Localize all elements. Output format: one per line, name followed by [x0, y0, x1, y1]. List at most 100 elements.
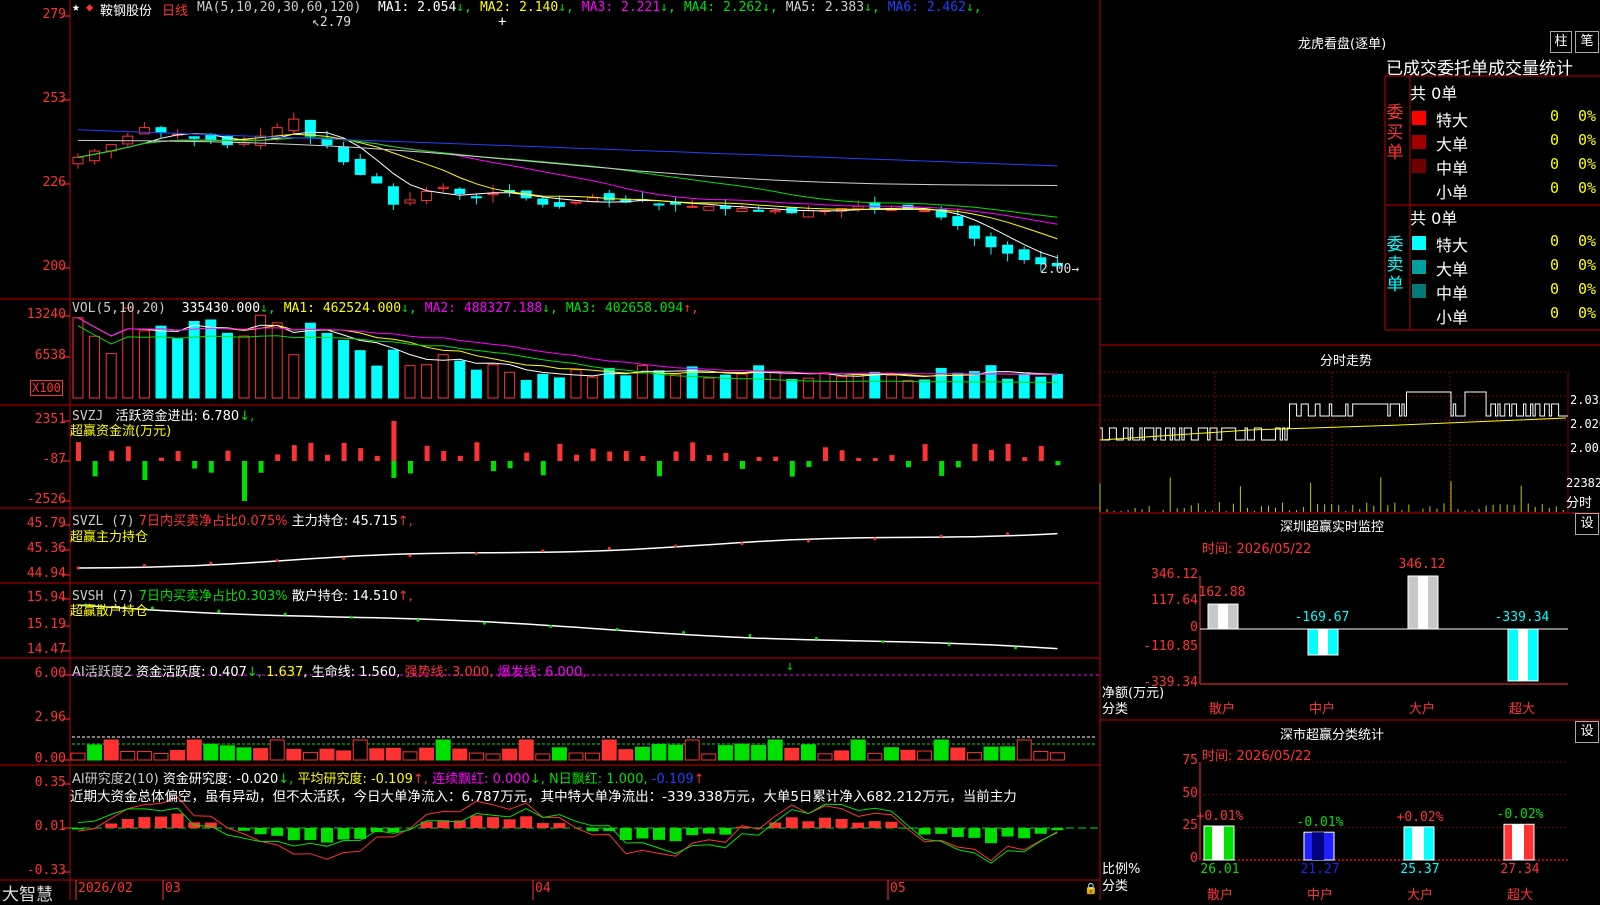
svzj-value: 6.780	[202, 409, 239, 424]
y-tick-label: 14.47	[27, 642, 66, 657]
volume-bar	[305, 323, 315, 398]
volume-bar	[339, 341, 349, 398]
volume-bar	[422, 365, 432, 398]
monitor-xlabel: 分类	[1102, 698, 1128, 717]
research-bar	[653, 828, 665, 840]
flow-bar	[557, 444, 562, 461]
research-bar	[504, 819, 516, 828]
period-label[interactable]: 日线	[162, 0, 188, 19]
position-tick	[1006, 532, 1009, 535]
activity-bar	[220, 746, 234, 760]
flow-bar	[325, 455, 330, 461]
candle	[388, 187, 398, 204]
flag-icon: ◆	[86, 0, 93, 14]
flow-bar	[225, 451, 230, 461]
volume-bar	[438, 355, 448, 398]
activity-bar	[386, 748, 400, 760]
star-icon[interactable]: ★	[72, 0, 80, 15]
flow-bar	[574, 455, 579, 461]
flow-bar	[906, 461, 911, 467]
candle	[654, 204, 664, 205]
y-tick-label: 2351	[35, 412, 66, 427]
volume-bar	[106, 354, 116, 398]
research-bar	[703, 828, 715, 834]
research-bar	[205, 823, 217, 828]
monitor-y-tick: 117.64	[1151, 593, 1198, 608]
flow-bar	[93, 461, 98, 476]
y-tick-label: 15.94	[27, 590, 66, 605]
research-bar	[321, 828, 333, 843]
legend-item: MA5: 2.383	[786, 0, 864, 15]
order-swatch	[1412, 111, 1426, 125]
position-tick	[209, 562, 212, 565]
svzl-value: 45.715	[352, 514, 398, 529]
research-bar	[255, 828, 267, 834]
main-position-line	[78, 534, 1057, 568]
volume-bar	[870, 372, 880, 398]
brand-logo: 大智慧	[2, 880, 53, 905]
svsh-subtitle: 超赢散户持仓	[70, 600, 148, 619]
activity-bar	[868, 753, 882, 760]
activity-bar	[88, 745, 102, 760]
position-tick	[475, 552, 478, 555]
candle	[189, 137, 199, 138]
volume-bar	[588, 377, 598, 398]
ma-values: MA1: 2.054↓,MA2: 2.140↓,MA3: 2.221↓,MA4:…	[370, 0, 982, 15]
arrow-down-icon: ↓	[786, 659, 794, 674]
activity-bar	[951, 748, 965, 760]
svzj-arrow: ↓,	[239, 409, 254, 424]
bar-mode-button[interactable]: 柱	[1550, 31, 1572, 53]
volume-bar	[1036, 377, 1046, 398]
candle	[737, 208, 747, 211]
research-bar	[1018, 828, 1030, 838]
y-tick-label: 0.01	[35, 819, 66, 834]
activity-bar	[137, 752, 151, 760]
research-bar	[304, 828, 316, 840]
candle	[687, 206, 697, 207]
flow-bar	[474, 442, 479, 461]
research-bar	[968, 828, 980, 838]
order-percent: 0%	[1578, 304, 1596, 322]
order-type: 中单	[1436, 155, 1468, 179]
activity-bar	[237, 748, 251, 760]
activity-bar	[1034, 752, 1048, 760]
stats-settings-button[interactable]: 设	[1575, 721, 1599, 743]
flow-bar	[640, 456, 645, 461]
volume-bar	[687, 367, 697, 398]
stock-name: 鞍钢股份	[100, 0, 152, 19]
ai1-label2: 生命线:	[312, 665, 355, 680]
volume-bar	[123, 308, 133, 398]
monitor-settings-button[interactable]: 设	[1575, 513, 1599, 535]
volume-bar	[837, 377, 847, 398]
activity-bar	[619, 750, 633, 760]
activity-bar	[635, 747, 649, 760]
ai1-v3: 1.560,	[359, 665, 400, 680]
candle	[1003, 245, 1013, 253]
retail-position-line	[78, 605, 1057, 649]
flow-bar	[541, 461, 546, 475]
monitor-value: 346.12	[1399, 557, 1446, 572]
volume-bar	[189, 321, 199, 398]
stats-value: 26.01	[1200, 862, 1239, 877]
lock-icon[interactable]: 🔒	[1084, 882, 1098, 895]
candle	[920, 211, 930, 212]
candle	[372, 177, 382, 183]
position-tick	[143, 564, 146, 567]
ai1-a2: ,	[303, 665, 307, 680]
research-bar	[238, 828, 250, 831]
svsh-desc: 7日内买卖净占比0.303%	[139, 589, 288, 604]
stats-value: 25.37	[1400, 862, 1439, 877]
flow-bar	[1006, 444, 1011, 461]
research-bar	[819, 818, 831, 828]
order-volume: 0	[1550, 155, 1559, 173]
flow-bar	[707, 455, 712, 461]
position-tick	[350, 616, 353, 619]
flow-bar	[972, 444, 977, 461]
ai1-v1: 0.407	[210, 665, 247, 680]
volume-bar	[538, 374, 548, 398]
tick-mode-button[interactable]: 笔	[1575, 31, 1599, 53]
intraday-vol-label: 22382	[1566, 476, 1600, 490]
order-volume: 0	[1550, 304, 1559, 322]
volume-bar	[953, 373, 963, 398]
research-bar	[288, 828, 300, 840]
